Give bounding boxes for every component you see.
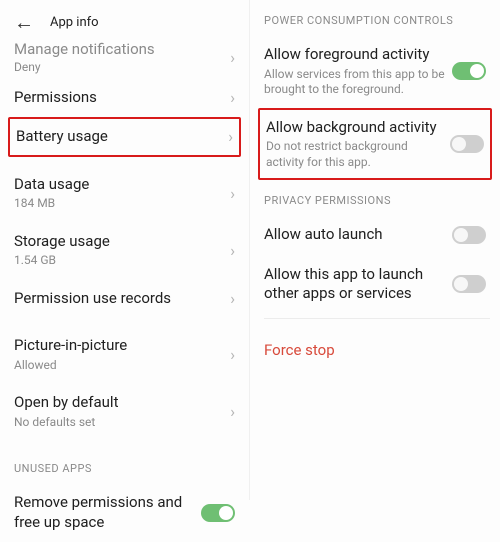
permission-records-label: Permission use records	[14, 289, 224, 309]
pip-sub: Allowed	[14, 358, 224, 374]
chevron-right-icon: ›	[224, 184, 235, 203]
remove-permissions-label: Remove permissions and free up space	[14, 493, 195, 532]
allow-background-highlight: Allow background activity Do not restric…	[258, 108, 492, 181]
auto-launch-toggle[interactable]	[452, 226, 486, 244]
launch-other-label: Allow this app to launch other apps or s…	[264, 265, 446, 304]
chevron-right-icon: ›	[224, 402, 235, 421]
row-remove-permissions[interactable]: Remove permissions and free up space	[14, 483, 239, 542]
row-permissions[interactable]: Permissions ›	[14, 78, 239, 118]
allow-background-sub: Do not restrict background activity for …	[266, 139, 444, 170]
divider	[264, 318, 490, 319]
back-arrow-icon[interactable]: ←	[14, 12, 34, 32]
manage-notifications-label: Manage notifications	[14, 40, 224, 58]
row-auto-launch[interactable]: Allow auto launch	[264, 215, 490, 255]
battery-usage-pane: POWER CONSUMPTION CONTROLS Allow foregro…	[250, 0, 500, 500]
open-default-sub: No defaults set	[14, 415, 224, 431]
row-manage-notifications[interactable]: Manage notifications Deny ›	[14, 40, 239, 78]
row-battery-usage[interactable]: Battery usage ›	[16, 125, 233, 149]
battery-usage-label: Battery usage	[16, 127, 222, 147]
chevron-right-icon: ›	[222, 127, 233, 146]
row-launch-other[interactable]: Allow this app to launch other apps or s…	[264, 255, 490, 314]
allow-foreground-label: Allow foreground activity	[264, 45, 446, 65]
row-allow-background[interactable]: Allow background activity Do not restric…	[266, 116, 484, 173]
privacy-permissions-header: PRIVACY PERMISSIONS	[264, 180, 490, 215]
chevron-right-icon: ›	[224, 345, 235, 364]
launch-other-toggle[interactable]	[452, 275, 486, 293]
app-info-pane: ← App info Manage notifications Deny › P…	[0, 0, 250, 500]
chevron-right-icon: ›	[224, 289, 235, 308]
row-data-usage[interactable]: Data usage 184 MB ›	[14, 165, 239, 222]
remove-permissions-toggle[interactable]	[201, 504, 235, 522]
allow-background-toggle[interactable]	[450, 135, 484, 153]
allow-foreground-sub: Allow services from this app to be broug…	[264, 67, 446, 98]
storage-usage-value: 1.54 GB	[14, 253, 224, 269]
chevron-right-icon: ›	[224, 88, 235, 107]
storage-usage-label: Storage usage	[14, 232, 224, 252]
row-allow-foreground[interactable]: Allow foreground activity Allow services…	[264, 35, 490, 108]
header-title: App info	[50, 15, 99, 30]
row-permission-records[interactable]: Permission use records ›	[14, 279, 239, 319]
deny-label: Deny	[14, 60, 224, 76]
battery-usage-highlight: Battery usage ›	[8, 117, 241, 157]
auto-launch-label: Allow auto launch	[264, 225, 446, 245]
row-picture-in-picture[interactable]: Picture-in-picture Allowed ›	[14, 326, 239, 383]
row-storage-usage[interactable]: Storage usage 1.54 GB ›	[14, 222, 239, 279]
allow-background-label: Allow background activity	[266, 118, 444, 138]
open-default-label: Open by default	[14, 393, 224, 413]
row-open-by-default[interactable]: Open by default No defaults set ›	[14, 383, 239, 440]
chevron-right-icon: ›	[224, 48, 235, 67]
chevron-right-icon: ›	[224, 241, 235, 260]
permissions-label: Permissions	[14, 88, 224, 108]
pip-label: Picture-in-picture	[14, 336, 224, 356]
data-usage-label: Data usage	[14, 175, 224, 195]
power-consumption-header: POWER CONSUMPTION CONTROLS	[264, 8, 490, 35]
unused-apps-header: UNUSED APPS	[14, 448, 239, 483]
force-stop-button[interactable]: Force stop	[264, 323, 490, 377]
allow-foreground-toggle[interactable]	[452, 62, 486, 80]
header: ← App info	[14, 8, 239, 40]
data-usage-value: 184 MB	[14, 196, 224, 212]
